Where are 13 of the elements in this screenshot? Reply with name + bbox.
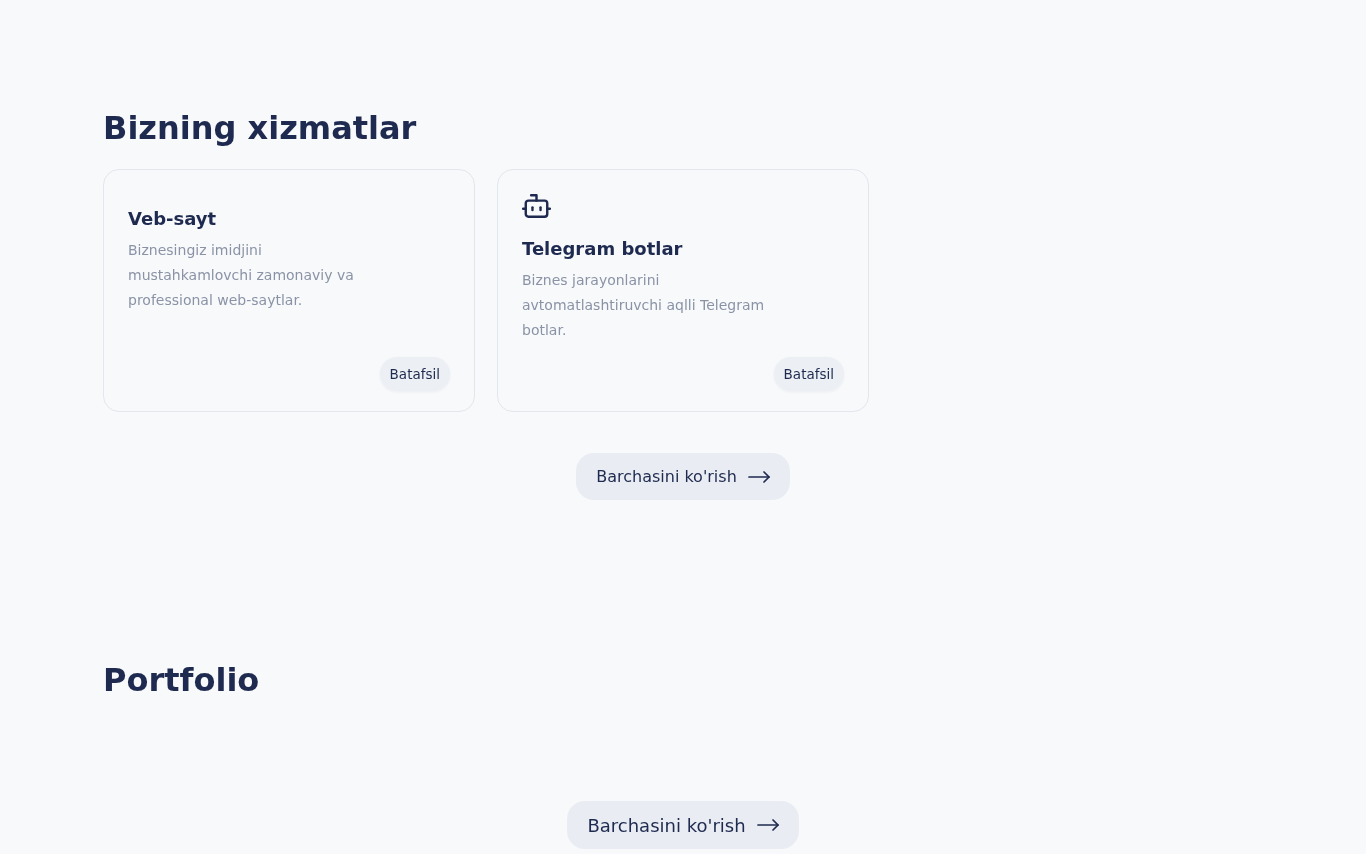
details-button[interactable]: Batafsil [379,357,450,391]
card-description: Biznes jarayonlarini avtomatlashtiruvchi aqlli Telegram botlar. [522,271,766,340]
section-heading: Portfolio [103,660,261,701]
view-all-button[interactable]: Barchasini ko'rish [576,453,790,500]
section-heading: Bizning xizmatlar [103,108,418,149]
card-description: Biznesingiz imidjini mustahkamlovchi zamonaviy va professional web-saytlar. [128,241,355,310]
arrow-right-icon [747,470,770,483]
card-title: Veb-sayt [128,207,218,231]
robot-icon [522,194,551,218]
card-title: Telegram botlar [522,237,684,261]
view-all-button[interactable]: Barchasini ko'rish [567,801,799,849]
details-button[interactable]: Batafsil [773,357,844,391]
arrow-right-icon [756,819,779,831]
